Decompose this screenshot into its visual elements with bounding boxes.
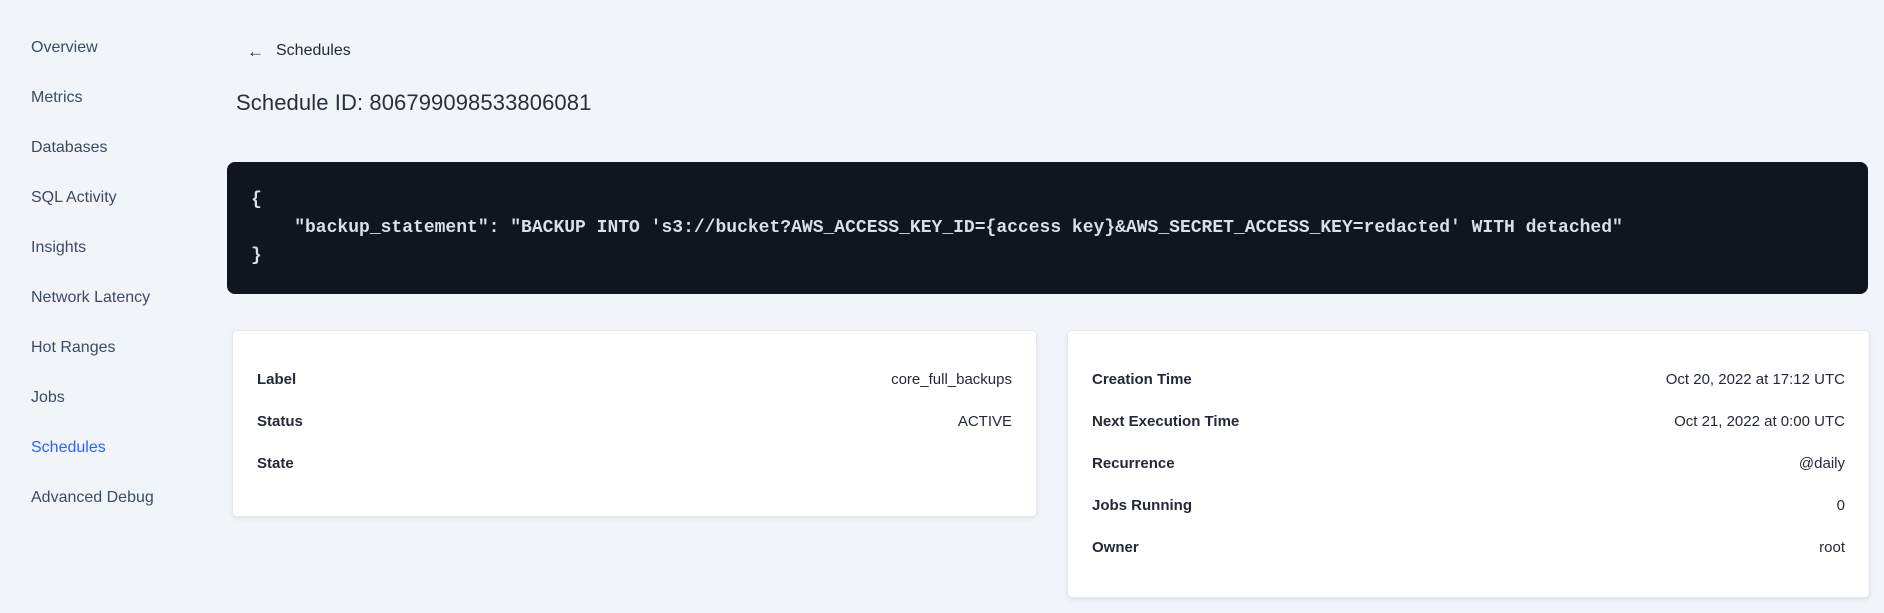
row-label: State [257, 454, 294, 472]
page-title: Schedule ID: 806799098533806081 [236, 90, 592, 115]
row-label: Jobs Running [1092, 496, 1192, 514]
detail-row-jobs-running: Jobs Running 0 [1092, 484, 1845, 526]
detail-row-owner: Owner root [1092, 526, 1845, 568]
sidebar-item-network-latency[interactable]: Network Latency [0, 273, 216, 323]
sidebar-item-advanced-debug[interactable]: Advanced Debug [0, 473, 216, 523]
sidebar-nav: Overview Metrics Databases SQL Activity … [0, 23, 216, 523]
row-value: ACTIVE [957, 412, 1012, 430]
sidebar-item-databases[interactable]: Databases [0, 123, 216, 173]
back-link-label: Schedules [276, 42, 351, 59]
detail-row-label: Label core_full_backups [257, 358, 1012, 400]
sidebar-item-jobs[interactable]: Jobs [0, 373, 216, 423]
sidebar-item-hot-ranges[interactable]: Hot Ranges [0, 323, 216, 373]
schedule-details-page: Overview Metrics Databases SQL Activity … [0, 0, 1884, 613]
row-label: Next Execution Time [1092, 412, 1240, 430]
detail-row-recurrence: Recurrence @daily [1092, 442, 1845, 484]
row-label: Status [257, 412, 303, 430]
row-value: root [1819, 538, 1845, 556]
detail-row-next-execution-time: Next Execution Time Oct 21, 2022 at 0:00… [1092, 400, 1845, 442]
detail-row-state: State [257, 442, 1012, 484]
sidebar-item-schedules[interactable]: Schedules [0, 423, 216, 473]
detail-row-status: Status ACTIVE [257, 400, 1012, 442]
backup-statement-code-block: { "backup_statement": "BACKUP INTO 's3:/… [227, 162, 1868, 294]
row-label: Label [257, 370, 297, 388]
sidebar-item-insights[interactable]: Insights [0, 223, 216, 273]
row-value: @daily [1798, 454, 1845, 472]
schedule-timing-card: Creation Time Oct 20, 2022 at 17:12 UTC … [1067, 330, 1870, 598]
row-value: Oct 21, 2022 at 0:00 UTC [1674, 412, 1845, 430]
detail-row-creation-time: Creation Time Oct 20, 2022 at 17:12 UTC [1092, 358, 1845, 400]
sidebar-item-metrics[interactable]: Metrics [0, 73, 216, 123]
sidebar-item-sql-activity[interactable]: SQL Activity [0, 173, 216, 223]
row-label: Owner [1092, 538, 1139, 556]
back-arrow-icon: ← [247, 41, 264, 61]
schedule-summary-card: Label core_full_backups Status ACTIVE St… [232, 330, 1037, 517]
code-line: { [251, 190, 262, 210]
code-line: } [251, 246, 262, 266]
code-line: "backup_statement": "BACKUP INTO 's3://b… [251, 218, 1623, 238]
row-label: Recurrence [1092, 454, 1175, 472]
row-value: core_full_backups [891, 370, 1012, 388]
sidebar-item-overview[interactable]: Overview [0, 23, 216, 73]
row-value: Oct 20, 2022 at 17:12 UTC [1665, 370, 1845, 388]
row-label: Creation Time [1092, 370, 1192, 388]
back-to-schedules-link[interactable]: ← Schedules [247, 42, 351, 60]
row-value: 0 [1836, 496, 1845, 514]
